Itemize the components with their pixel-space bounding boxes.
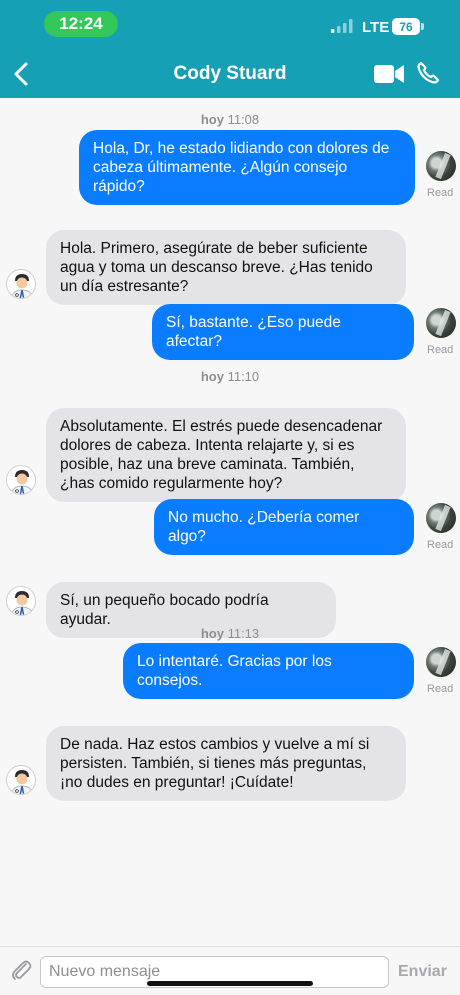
doctor-icon <box>10 770 34 794</box>
status-bar: 12:24 LTE 76 <box>0 0 460 46</box>
outgoing-message[interactable]: No mucho. ¿Debería comer algo? <box>154 499 414 555</box>
battery-icon: 76 <box>392 18 420 35</box>
timestamp: hoy 11:08 <box>200 112 260 127</box>
user-avatar <box>426 647 456 677</box>
doctor-icon <box>10 591 34 615</box>
chat-thread[interactable]: hoy 11:08 Hola, Dr, he estado lidiando c… <box>0 98 460 946</box>
incoming-message[interactable]: Absolutamente. El estrés puede desencade… <box>46 408 406 502</box>
doctor-avatar <box>6 269 36 299</box>
battery-tip <box>421 23 424 30</box>
timestamp: hoy 11:10 <box>200 369 260 384</box>
read-receipt: Read <box>427 344 454 356</box>
doctor-icon <box>10 470 34 494</box>
signal-icon <box>331 19 353 33</box>
status-time: 12:24 <box>44 11 118 37</box>
send-button[interactable]: Enviar <box>398 963 447 981</box>
outgoing-message[interactable]: Lo intentaré. Gracias por los consejos. <box>123 643 414 699</box>
network-type: LTE <box>362 19 390 36</box>
home-indicator <box>147 981 313 986</box>
message-composer: Enviar <box>0 946 460 995</box>
outgoing-message[interactable]: Hola, Dr, he estado lidiando con dolores… <box>79 130 415 205</box>
doctor-avatar <box>6 465 36 495</box>
doctor-avatar <box>6 765 36 795</box>
read-receipt: Read <box>427 683 454 695</box>
user-avatar <box>426 308 456 338</box>
timestamp: hoy 11:13 <box>200 626 260 641</box>
video-call-icon[interactable] <box>374 63 404 85</box>
doctor-avatar <box>6 586 36 616</box>
user-avatar <box>426 151 456 181</box>
incoming-message[interactable]: De nada. Haz estos cambios y vuelve a mí… <box>46 726 406 801</box>
user-avatar <box>426 503 456 533</box>
app-header: 12:24 LTE 76 Cody Stuard <box>0 0 460 98</box>
read-receipt: Read <box>427 187 454 199</box>
incoming-message[interactable]: Hola. Primero, asegúrate de beber sufici… <box>46 230 406 305</box>
read-receipt: Read <box>427 539 454 551</box>
paperclip-icon[interactable] <box>8 957 34 983</box>
phone-call-icon[interactable] <box>416 61 440 85</box>
outgoing-message[interactable]: Sí, bastante. ¿Eso puede afectar? <box>152 304 414 360</box>
nav-bar: Cody Stuard <box>0 50 460 98</box>
doctor-icon <box>10 274 34 298</box>
